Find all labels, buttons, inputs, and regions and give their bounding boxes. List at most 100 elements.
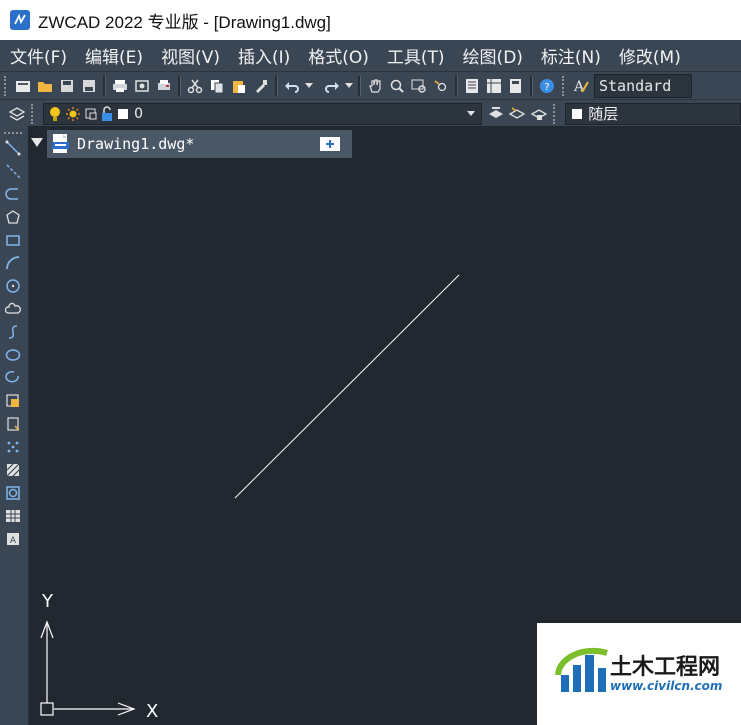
design-center-icon[interactable] (483, 75, 505, 97)
layer-color-swatch (118, 108, 129, 119)
layer-select[interactable]: 0 (43, 102, 482, 125)
layer-toolbar: 0 随层 (0, 99, 741, 127)
watermark-title: 土木工程网 (610, 655, 720, 680)
table-tool-icon[interactable] (2, 506, 24, 526)
new-drawing-icon[interactable] (12, 75, 34, 97)
zoom-window-icon[interactable] (408, 75, 430, 97)
hatch-tool-icon[interactable] (2, 460, 24, 480)
zoom-realtime-icon[interactable] (386, 75, 408, 97)
ucs-y-label: Y (41, 591, 54, 612)
chevron-down-icon[interactable] (466, 110, 475, 116)
insert-block-icon[interactable] (2, 391, 24, 411)
svg-text:A: A (10, 536, 17, 546)
line-tool-icon[interactable] (2, 138, 24, 158)
polygon-tool-icon[interactable] (2, 207, 24, 227)
redo-icon[interactable] (321, 75, 343, 97)
menu-modify[interactable]: 修改(M) (609, 43, 689, 68)
menu-view[interactable]: 视图(V) (151, 43, 228, 68)
circle-tool-icon[interactable] (2, 276, 24, 296)
new-tab-button[interactable] (308, 130, 352, 158)
draw-toolbar: A (0, 126, 29, 725)
toolbar-separator (358, 76, 361, 96)
spline-tool-icon[interactable] (2, 322, 24, 342)
toolbar-separator (178, 76, 181, 96)
region-tool-icon[interactable] (2, 483, 24, 503)
menu-file[interactable]: 文件(F) (0, 43, 75, 68)
menu-dimension[interactable]: 标注(N) (531, 43, 609, 68)
title-bar: ZWCAD 2022 专业版 - [Drawing1.dwg] (0, 0, 741, 40)
watermark-url: www.civilcn.com (610, 679, 722, 693)
svg-text:?: ? (544, 82, 549, 93)
print-preview-icon[interactable] (131, 75, 153, 97)
tab-label: Drawing1.dwg* (77, 135, 195, 153)
toolbar-separator (103, 76, 106, 96)
toolbar-grip[interactable] (553, 103, 558, 124)
document-tab-bar: Drawing1.dwg* ✕ (28, 126, 741, 158)
tab-drawing1[interactable]: Drawing1.dwg* ✕ (47, 130, 332, 158)
ray-tool-icon[interactable] (2, 161, 24, 181)
watermark: 土木工程网 www.civilcn.com (537, 623, 741, 725)
drawn-line[interactable] (234, 274, 460, 499)
match-properties-icon[interactable] (250, 75, 272, 97)
text-style-value: Standard (599, 77, 672, 95)
menu-insert[interactable]: 插入(I) (228, 43, 298, 68)
arc-tool-icon[interactable] (2, 253, 24, 273)
make-object-layer-current-icon[interactable] (486, 103, 507, 125)
pan-hand-icon[interactable] (364, 75, 386, 97)
toolbar-grip[interactable] (4, 132, 22, 137)
multiline-text-icon[interactable]: A (2, 529, 24, 549)
tab-list-dropdown-icon[interactable] (31, 138, 43, 147)
current-layer-name: 0 (134, 105, 144, 122)
layer-unlock-icon[interactable] (100, 105, 114, 122)
tool-palette-icon[interactable] (505, 75, 527, 97)
ucs-icon (40, 620, 136, 716)
layer-previous-icon[interactable] (507, 103, 528, 125)
point-tool-icon[interactable] (2, 437, 24, 457)
window-title: ZWCAD 2022 专业版 - [Drawing1.dwg] (38, 12, 331, 32)
undo-dropdown-icon[interactable] (303, 75, 315, 97)
layer-manager-icon[interactable] (6, 103, 27, 125)
ellipse-arc-tool-icon[interactable] (2, 368, 24, 388)
menu-draw[interactable]: 绘图(D) (453, 43, 531, 68)
properties-icon[interactable] (461, 75, 483, 97)
help-icon[interactable]: ? (536, 75, 558, 97)
save-icon[interactable] (56, 75, 78, 97)
menu-bar: 文件(F) 编辑(E) 视图(V) 插入(I) 格式(O) 工具(T) 绘图(D… (0, 40, 741, 71)
undo-icon[interactable] (281, 75, 303, 97)
menu-format[interactable]: 格式(O) (298, 43, 377, 68)
watermark-logo-icon (555, 647, 608, 692)
toolbar-grip[interactable] (4, 76, 9, 96)
zoom-previous-icon[interactable] (430, 75, 452, 97)
polyline-tool-icon[interactable] (2, 184, 24, 204)
menu-tools[interactable]: 工具(T) (377, 43, 453, 68)
ellipse-tool-icon[interactable] (2, 345, 24, 365)
color-swatch (572, 108, 583, 119)
layer-thaw-sun-icon[interactable] (65, 106, 81, 122)
open-folder-icon[interactable] (34, 75, 56, 97)
toolbar-grip[interactable] (31, 103, 36, 124)
copy-icon[interactable] (206, 75, 228, 97)
make-block-icon[interactable] (2, 414, 24, 434)
rectangle-tool-icon[interactable] (2, 230, 24, 250)
text-style-icon[interactable]: A (570, 75, 592, 97)
zwcad-logo-icon (10, 10, 30, 30)
toolbar-grip[interactable] (562, 76, 567, 96)
standard-toolbar: ? A Standard (0, 71, 741, 100)
layer-states-icon[interactable] (528, 103, 549, 125)
toolbar-separator (275, 76, 278, 96)
plot-icon[interactable] (153, 75, 175, 97)
toolbar-separator (530, 76, 533, 96)
revision-cloud-icon[interactable] (2, 299, 24, 319)
dwg-file-icon (52, 134, 69, 153)
print-icon[interactable] (109, 75, 131, 97)
layer-on-bulb-icon[interactable] (48, 106, 62, 122)
color-control-select[interactable]: 随层 (565, 102, 741, 125)
layer-viewport-icon[interactable] (84, 106, 98, 122)
new-tab-icon (320, 137, 340, 151)
menu-edit[interactable]: 编辑(E) (75, 43, 151, 68)
cut-icon[interactable] (184, 75, 206, 97)
save-as-icon[interactable] (78, 75, 100, 97)
paste-icon[interactable] (228, 75, 250, 97)
redo-dropdown-icon[interactable] (343, 75, 355, 97)
text-style-select[interactable]: Standard (594, 74, 693, 98)
